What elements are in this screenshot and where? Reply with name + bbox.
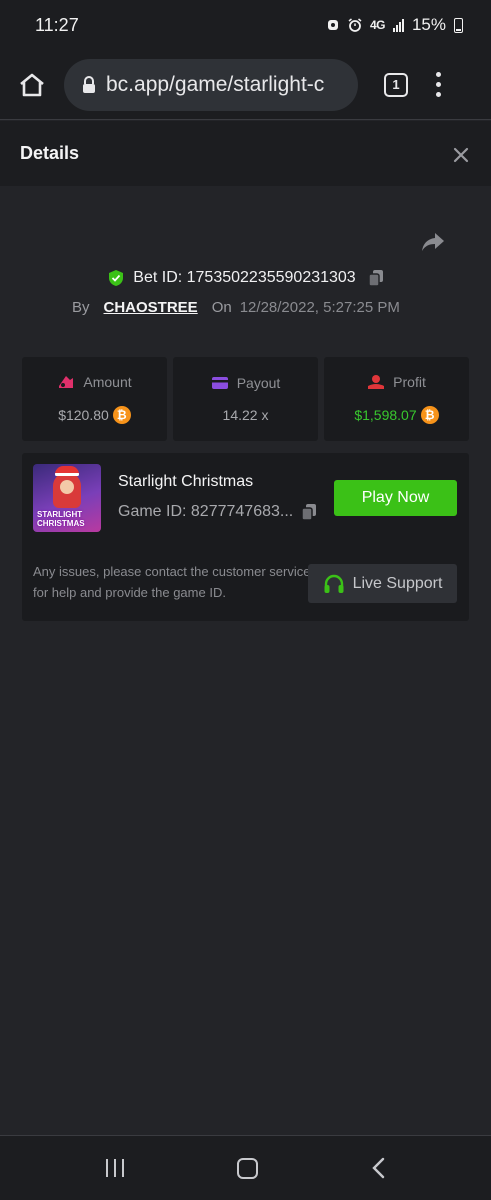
by-label: By (72, 298, 90, 316)
bet-id: Bet ID: 1753502235590231303 (133, 269, 356, 286)
details-header: Details (0, 121, 491, 186)
bitcoin-icon: ₿ (420, 406, 439, 424)
live-support-label: Live Support (352, 574, 443, 592)
close-button[interactable] (453, 141, 469, 167)
profit-label: Profit (393, 374, 426, 390)
game-card: STARLIGHT CHRISTMAS Starlight Christmas … (22, 453, 469, 621)
profit-card: Profit $1,598.07 ₿ (324, 357, 469, 441)
profit-icon (368, 375, 385, 389)
game-thumbnail[interactable]: STARLIGHT CHRISTMAS (33, 464, 101, 532)
address-bar[interactable]: bc.app/game/starlight-c (64, 58, 358, 111)
system-nav-bar (0, 1135, 491, 1200)
game-thumbnail-caption: STARLIGHT CHRISTMAS (37, 510, 85, 528)
play-now-button[interactable]: Play Now (334, 480, 457, 516)
payout-label: Payout (236, 375, 281, 391)
close-icon (453, 147, 469, 162)
headset-icon (324, 574, 344, 593)
bet-datetime: 12/28/2022, 5:27:25 PM (239, 298, 400, 316)
bitcoin-icon: ₿ (112, 406, 131, 424)
recent-apps-button[interactable] (106, 1159, 125, 1177)
battery-percent: 15% (411, 15, 446, 34)
notification-icon (327, 20, 338, 30)
browser-toolbar: bc.app/game/starlight-c 1 (0, 50, 491, 120)
amount-label: Amount (83, 374, 132, 390)
share-icon (422, 233, 444, 251)
home-button[interactable] (0, 50, 64, 120)
amount-value: $120.80 (58, 407, 109, 423)
tab-switcher-button[interactable]: 1 (384, 72, 408, 97)
share-button[interactable] (421, 232, 445, 257)
battery-icon (454, 17, 463, 33)
back-button[interactable] (371, 1157, 385, 1179)
amount-card: Amount $120.80 ₿ (22, 357, 167, 441)
status-bar: 11:27 4G 15% (0, 0, 491, 50)
home-nav-button[interactable] (236, 1157, 258, 1179)
game-id-row: Game ID: 8277747683... (118, 503, 317, 521)
game-id: Game ID: 8277747683... (118, 503, 294, 520)
signal-icon (392, 18, 404, 32)
amount-icon (59, 376, 74, 388)
home-icon (20, 73, 44, 96)
status-time: 11:27 (35, 14, 79, 35)
bet-stats: Amount $120.80 ₿ Payout 14.22 x Profit $… (22, 357, 469, 441)
profit-value: $1,598.07 (354, 407, 417, 423)
live-support-button[interactable]: Live Support (308, 564, 457, 603)
network-type: 4G (369, 18, 386, 32)
payout-value: 14.22 x (222, 407, 269, 423)
copy-bet-id-icon[interactable] (367, 269, 384, 287)
game-title: Starlight Christmas (118, 473, 254, 490)
support-message: Any issues, please contact the customer … (33, 564, 311, 600)
page-title: Details (20, 143, 80, 163)
copy-game-id-icon[interactable] (301, 503, 317, 521)
alarm-icon (348, 18, 362, 32)
bet-id-row: Bet ID: 1753502235590231303 (0, 265, 491, 291)
verified-shield-icon (109, 270, 124, 286)
url-text: bc.app/game/starlight-c (106, 72, 325, 96)
username-link[interactable]: CHAOSTREE (104, 299, 198, 316)
on-label: On (211, 298, 232, 316)
bet-meta-row: By CHAOSTREE On 12/28/2022, 5:27:25 PM (72, 295, 400, 319)
payout-card: Payout 14.22 x (173, 357, 318, 441)
payout-card-icon (211, 377, 228, 389)
lock-icon (83, 75, 95, 93)
status-icons: 4G 15% (326, 15, 463, 35)
more-menu-button[interactable] (436, 72, 441, 97)
